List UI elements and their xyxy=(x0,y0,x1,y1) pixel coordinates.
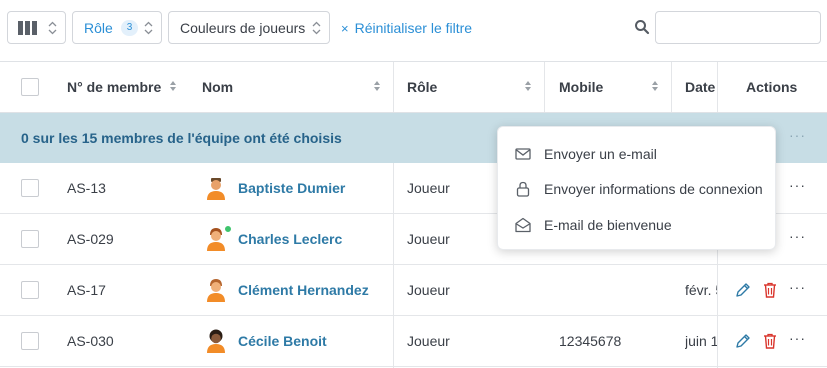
avatar xyxy=(207,178,225,200)
more-icon[interactable]: ··· xyxy=(789,330,806,346)
column-header-mobile[interactable]: Mobile xyxy=(559,62,603,112)
toolbar: Rôle 3 Couleurs de joueurs × Réinitialis… xyxy=(0,0,827,60)
chevron-updown-icon xyxy=(312,20,321,36)
column-header-label: Mobile xyxy=(559,79,604,95)
menu-item-send-login-info[interactable]: Envoyer informations de connexion xyxy=(498,171,775,207)
table-row[interactable]: AS-030 Cécile Benoit Joueur 12345678 jui… xyxy=(0,316,827,367)
select-all-checkbox[interactable] xyxy=(21,78,39,96)
more-icon[interactable]: ··· xyxy=(789,127,806,143)
column-divider xyxy=(544,62,545,112)
search-icon[interactable] xyxy=(634,19,650,35)
member-no-cell: AS-030 xyxy=(67,333,114,349)
actions-dropdown-menu: Envoyer un e-mail Envoyer informations d… xyxy=(497,126,776,250)
lock-icon xyxy=(516,181,530,197)
column-divider xyxy=(717,62,718,112)
avatar xyxy=(207,329,225,353)
menu-item-label: E-mail de bienvenue xyxy=(544,217,672,233)
row-checkbox[interactable] xyxy=(21,179,39,197)
column-header-role[interactable]: Rôle xyxy=(407,62,437,112)
member-name-link[interactable]: Clément Hernandez xyxy=(238,282,369,298)
close-icon: × xyxy=(341,20,349,36)
envelope-icon xyxy=(515,148,531,160)
sort-icon[interactable] xyxy=(169,80,177,92)
edit-icon[interactable] xyxy=(735,333,751,349)
sort-icon[interactable] xyxy=(524,80,532,92)
date-cell: juin 1 xyxy=(685,333,717,349)
role-cell: Joueur xyxy=(407,180,450,196)
column-divider xyxy=(393,62,394,112)
role-filter-button[interactable]: Rôle 3 xyxy=(72,11,162,44)
member-no-cell: AS-029 xyxy=(67,231,114,247)
menu-item-welcome-email[interactable]: E-mail de bienvenue xyxy=(498,207,775,243)
role-filter-label: Rôle xyxy=(84,19,113,36)
column-header-label: Rôle xyxy=(407,79,438,95)
column-header-name[interactable]: Nom xyxy=(202,62,233,112)
member-no-cell: AS-13 xyxy=(67,180,106,196)
menu-item-send-email[interactable]: Envoyer un e-mail xyxy=(498,136,775,172)
column-header-date[interactable]: Date xyxy=(685,62,715,112)
column-header-label: Nom xyxy=(202,79,234,95)
edit-icon[interactable] xyxy=(735,282,751,298)
column-header-member-no[interactable]: N° de membre xyxy=(67,62,161,112)
column-divider xyxy=(671,62,672,112)
trash-icon[interactable] xyxy=(763,333,777,349)
row-checkbox[interactable] xyxy=(21,332,39,350)
column-divider xyxy=(393,163,394,368)
table-row[interactable]: AS-17 Clément Hernandez Joueur févr. 5 ·… xyxy=(0,265,827,316)
date-cell: févr. 5 xyxy=(685,282,717,298)
menu-item-label: Envoyer informations de connexion xyxy=(544,181,763,197)
column-header-actions: Actions xyxy=(746,62,797,112)
columns-icon xyxy=(18,20,37,35)
avatar xyxy=(207,279,225,302)
search-input[interactable] xyxy=(655,11,821,44)
menu-item-label: Envoyer un e-mail xyxy=(544,146,657,162)
column-header-label: N° de membre xyxy=(67,79,162,95)
reset-filter-label: Réinitialiser le filtre xyxy=(354,20,473,36)
table-header: N° de membre Nom Rôle Mobile Date Action… xyxy=(0,61,827,113)
chevron-updown-icon xyxy=(48,20,57,36)
selection-count-text: 0 sur les 15 membres de l'équipe ont été… xyxy=(21,130,342,146)
player-colors-filter-label: Couleurs de joueurs xyxy=(180,19,306,36)
member-name-link[interactable]: Cécile Benoit xyxy=(238,333,327,349)
mobile-cell: 12345678 xyxy=(559,333,622,349)
trash-icon[interactable] xyxy=(763,282,777,298)
sort-icon[interactable] xyxy=(373,80,381,92)
more-icon[interactable]: ··· xyxy=(789,177,806,193)
more-icon[interactable]: ··· xyxy=(789,279,806,295)
online-status-dot xyxy=(224,225,232,233)
member-name-link[interactable]: Charles Leclerc xyxy=(238,231,342,247)
row-checkbox[interactable] xyxy=(21,230,39,248)
more-icon[interactable]: ··· xyxy=(789,228,806,244)
chevron-updown-icon xyxy=(144,20,153,36)
player-colors-filter-button[interactable]: Couleurs de joueurs xyxy=(168,11,330,44)
columns-button[interactable] xyxy=(7,11,66,44)
role-filter-count-badge: 3 xyxy=(120,19,139,36)
row-checkbox[interactable] xyxy=(21,281,39,299)
reset-filter-link[interactable]: × Réinitialiser le filtre xyxy=(341,20,472,36)
role-cell: Joueur xyxy=(407,333,450,349)
member-name-link[interactable]: Baptiste Dumier xyxy=(238,180,345,196)
role-cell: Joueur xyxy=(407,282,450,298)
column-header-label: Actions xyxy=(746,79,798,95)
role-cell: Joueur xyxy=(407,231,450,247)
sort-icon[interactable] xyxy=(651,80,659,92)
column-header-label: Date xyxy=(685,79,716,95)
member-no-cell: AS-17 xyxy=(67,282,106,298)
envelope-open-icon xyxy=(515,217,531,233)
